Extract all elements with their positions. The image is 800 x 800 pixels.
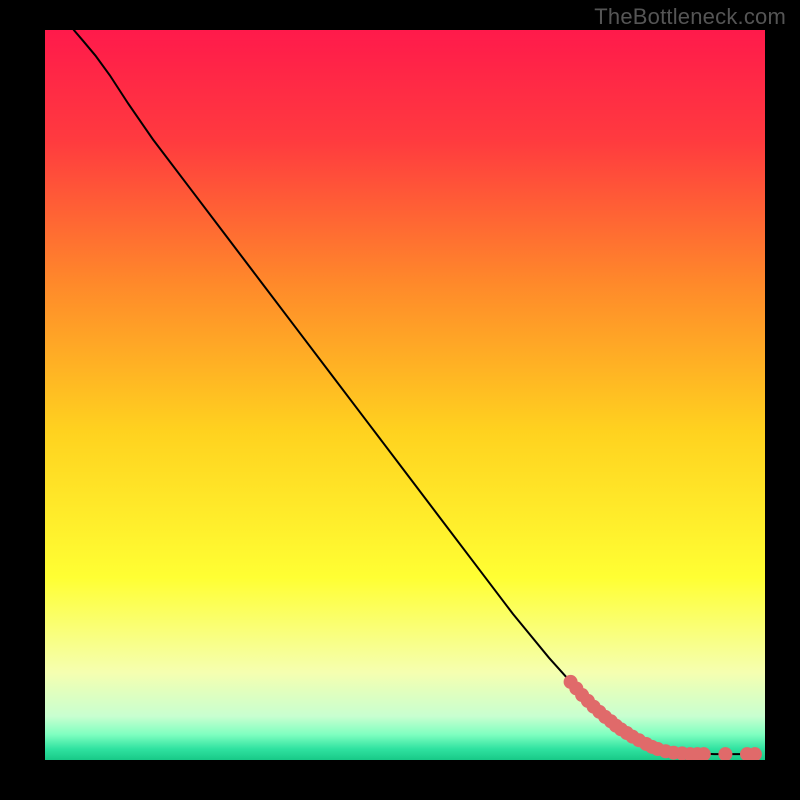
chart-svg (45, 30, 765, 760)
chart-plot-area (45, 30, 765, 760)
watermark-text: TheBottleneck.com (594, 4, 786, 30)
chart-stage: TheBottleneck.com (0, 0, 800, 800)
